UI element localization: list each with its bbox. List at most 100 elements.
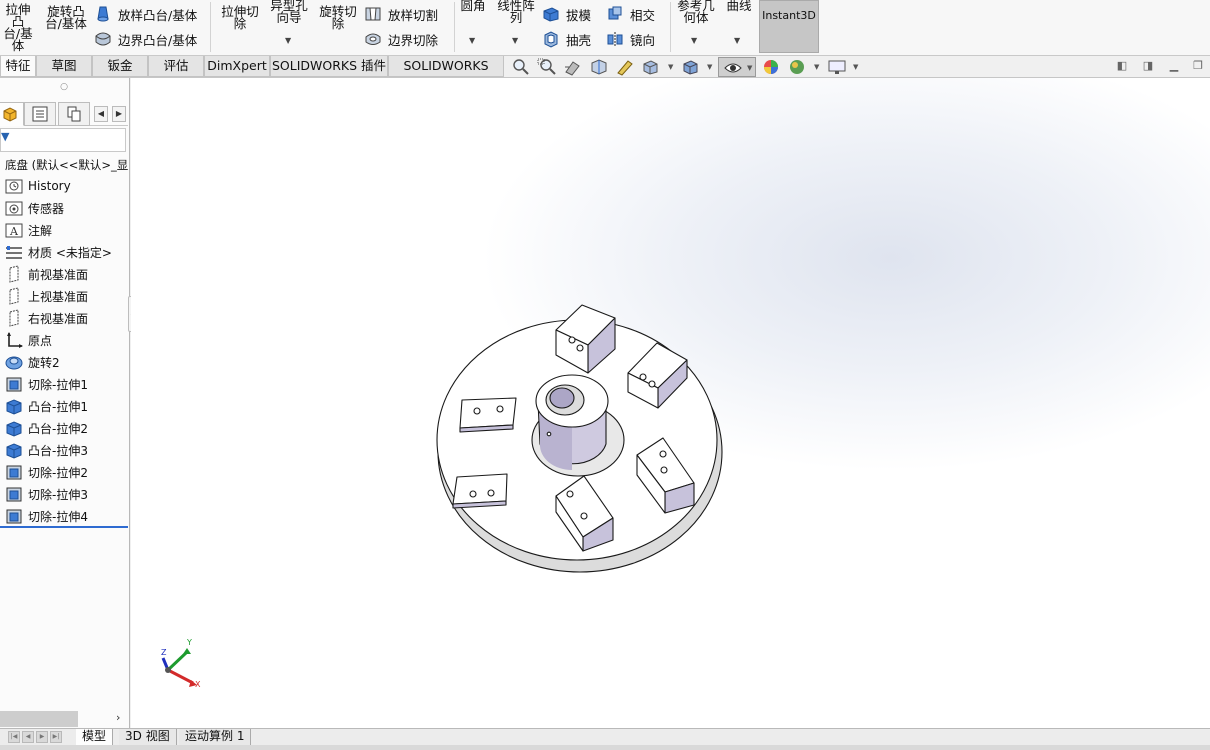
filter-icon: ▼ bbox=[1, 130, 10, 143]
boss-extrude-icon bbox=[6, 399, 22, 415]
tree-item[interactable]: A 注解 bbox=[4, 220, 52, 240]
intersect-button[interactable]: 相交 bbox=[606, 3, 655, 25]
tree-item[interactable]: 切除-拉伸4 bbox=[4, 506, 88, 526]
tabs-scroll-left-button[interactable]: ◀ bbox=[94, 106, 108, 122]
reference-geometry-button[interactable]: 参考几 何体 bbox=[674, 0, 718, 24]
tree-root-part[interactable]: 底盘 (默认<<默认>_显 bbox=[5, 157, 129, 173]
tree-item[interactable]: 切除-拉伸1 bbox=[4, 374, 88, 394]
tree-item[interactable]: 原点 bbox=[4, 330, 52, 350]
apply-scene-dropdown-icon[interactable]: ▼ bbox=[814, 63, 819, 71]
boundary-boss-button[interactable]: 边界凸台/基体 bbox=[94, 28, 197, 50]
view-orientation-dropdown-icon[interactable]: ▼ bbox=[668, 63, 673, 71]
feature-manager-icon bbox=[3, 107, 17, 122]
zoom-to-area-icon[interactable] bbox=[537, 58, 557, 76]
fillet-button[interactable]: 圆角 bbox=[457, 0, 489, 12]
status-bar bbox=[0, 745, 1210, 750]
display-style-icon[interactable] bbox=[681, 58, 701, 76]
tab-feature-manager[interactable] bbox=[0, 102, 24, 126]
shell-button[interactable]: 抽壳 bbox=[542, 28, 591, 50]
manager-tabs: ◀ ▶ bbox=[0, 100, 128, 126]
mount-pad bbox=[452, 473, 508, 509]
hole-wizard-dropdown-icon[interactable]: ▼ bbox=[285, 36, 291, 45]
tab-dimxpert[interactable]: DimXpert bbox=[204, 56, 270, 77]
hole-wizard-button[interactable]: 异型孔 向导 bbox=[266, 0, 312, 24]
restore-icon[interactable]: ❐ bbox=[1191, 60, 1205, 74]
horizontal-scrollbar[interactable] bbox=[0, 711, 78, 727]
view-settings-icon[interactable] bbox=[827, 58, 847, 76]
rollback-bar[interactable] bbox=[0, 526, 128, 528]
first-tab-icon[interactable]: |◀ bbox=[8, 731, 20, 743]
cut-extrude-icon bbox=[6, 465, 22, 480]
boundary-cut-button[interactable]: 边界切除 bbox=[364, 28, 438, 50]
tree-item[interactable]: History bbox=[4, 176, 71, 196]
tab-features[interactable]: 特征 bbox=[0, 56, 36, 77]
tab-property-manager[interactable] bbox=[24, 102, 56, 126]
revolve-boss-button[interactable]: 旋转凸 台/基体 bbox=[42, 5, 90, 30]
zoom-to-fit-icon[interactable] bbox=[511, 58, 531, 76]
tree-item[interactable]: 切除-拉伸3 bbox=[4, 484, 88, 504]
tab-evaluate[interactable]: 评估 bbox=[148, 56, 204, 77]
tree-item[interactable]: 切除-拉伸2 bbox=[4, 462, 88, 482]
extrude-cut-button[interactable]: 拉伸切 除 bbox=[218, 5, 262, 30]
reference-geometry-dropdown-icon[interactable]: ▼ bbox=[691, 36, 697, 45]
tab-solidworks-mbd[interactable]: SOLIDWORKS MBD bbox=[388, 56, 504, 93]
ribbon-separator bbox=[454, 2, 455, 52]
hide-show-items-toggle[interactable]: ▼ bbox=[718, 57, 756, 77]
tree-item[interactable]: 前视基准面 bbox=[4, 264, 88, 284]
edit-appearance-icon[interactable] bbox=[761, 58, 781, 76]
display-style-dropdown-icon[interactable]: ▼ bbox=[707, 63, 712, 71]
tile-left-icon[interactable]: ◧ bbox=[1115, 60, 1129, 74]
graphics-area[interactable]: Y Z X bbox=[131, 78, 1210, 728]
tab-3d-views[interactable]: 3D 视图 bbox=[119, 729, 177, 745]
next-tab-icon[interactable]: ▶ bbox=[36, 731, 48, 743]
tab-sketch[interactable]: 草图 bbox=[36, 56, 92, 77]
view-settings-dropdown-icon[interactable]: ▼ bbox=[853, 63, 858, 71]
property-manager-icon bbox=[32, 106, 48, 122]
tab-motion-study[interactable]: 运动算例 1 bbox=[179, 729, 252, 745]
tree-item[interactable]: 上视基准面 bbox=[4, 286, 88, 306]
extrude-boss-button[interactable]: 拉伸凸 台/基体 bbox=[0, 3, 36, 52]
instant3d-button[interactable]: Instant3D bbox=[759, 0, 819, 53]
origin-icon bbox=[7, 332, 23, 348]
tab-model[interactable]: 模型 bbox=[76, 729, 114, 745]
revolve-cut-button[interactable]: 旋转切 除 bbox=[316, 5, 360, 30]
tree-item[interactable]: 凸台-拉伸3 bbox=[4, 440, 88, 460]
apply-scene-icon[interactable] bbox=[787, 58, 807, 76]
view-orientation-icon[interactable] bbox=[641, 58, 661, 76]
tab-solidworks-addins[interactable]: SOLIDWORKS 插件 bbox=[270, 56, 388, 77]
panel-grip-icon[interactable]: ○ bbox=[0, 78, 128, 98]
loft-cut-button[interactable]: 放样切割 bbox=[364, 3, 438, 25]
draft-button[interactable]: 拔模 bbox=[542, 3, 591, 25]
solidworks-window: 拉伸凸 台/基体 旋转凸 台/基体 放样凸台/基体 边界凸台/基体 拉伸切 除 … bbox=[0, 0, 1210, 750]
boss-extrude-icon bbox=[6, 421, 22, 437]
axis-y-label: Y bbox=[187, 638, 192, 647]
fillet-dropdown-icon[interactable]: ▼ bbox=[469, 36, 475, 45]
tree-item[interactable]: 旋转2 bbox=[4, 352, 60, 372]
tree-item[interactable]: 凸台-拉伸1 bbox=[4, 396, 88, 416]
tab-configuration-manager[interactable] bbox=[58, 102, 90, 126]
linear-pattern-button[interactable]: 线性阵 列 bbox=[494, 0, 538, 24]
tree-item[interactable]: 凸台-拉伸2 bbox=[4, 418, 88, 438]
linear-pattern-dropdown-icon[interactable]: ▼ bbox=[512, 36, 518, 45]
part-model[interactable] bbox=[131, 78, 1210, 728]
prev-tab-icon[interactable]: ◀ bbox=[22, 731, 34, 743]
boundary-boss-icon bbox=[95, 32, 111, 46]
scroll-right-icon[interactable]: › bbox=[116, 711, 120, 724]
tree-item[interactable]: 材质 <未指定> bbox=[4, 242, 112, 262]
section-view-icon[interactable] bbox=[589, 58, 609, 76]
tile-right-icon[interactable]: ◨ bbox=[1141, 60, 1155, 74]
previous-view-icon[interactable] bbox=[563, 58, 583, 76]
curves-button[interactable]: 曲线 bbox=[722, 0, 756, 12]
tree-filter-input[interactable]: ▼ bbox=[0, 128, 126, 152]
tabs-scroll-right-button[interactable]: ▶ bbox=[112, 106, 126, 122]
curves-dropdown-icon[interactable]: ▼ bbox=[734, 36, 740, 45]
tree-item[interactable]: 传感器 bbox=[4, 198, 64, 218]
mirror-button[interactable]: 镜向 bbox=[606, 28, 655, 50]
loft-boss-button[interactable]: 放样凸台/基体 bbox=[94, 3, 197, 25]
cut-extrude-icon bbox=[6, 377, 22, 392]
tree-item[interactable]: 右视基准面 bbox=[4, 308, 88, 328]
tab-sheet-metal[interactable]: 钣金 bbox=[92, 56, 148, 77]
minimize-icon[interactable]: ▁ bbox=[1167, 60, 1181, 74]
last-tab-icon[interactable]: ▶| bbox=[50, 731, 62, 743]
dynamic-annotation-icon[interactable] bbox=[615, 58, 635, 76]
